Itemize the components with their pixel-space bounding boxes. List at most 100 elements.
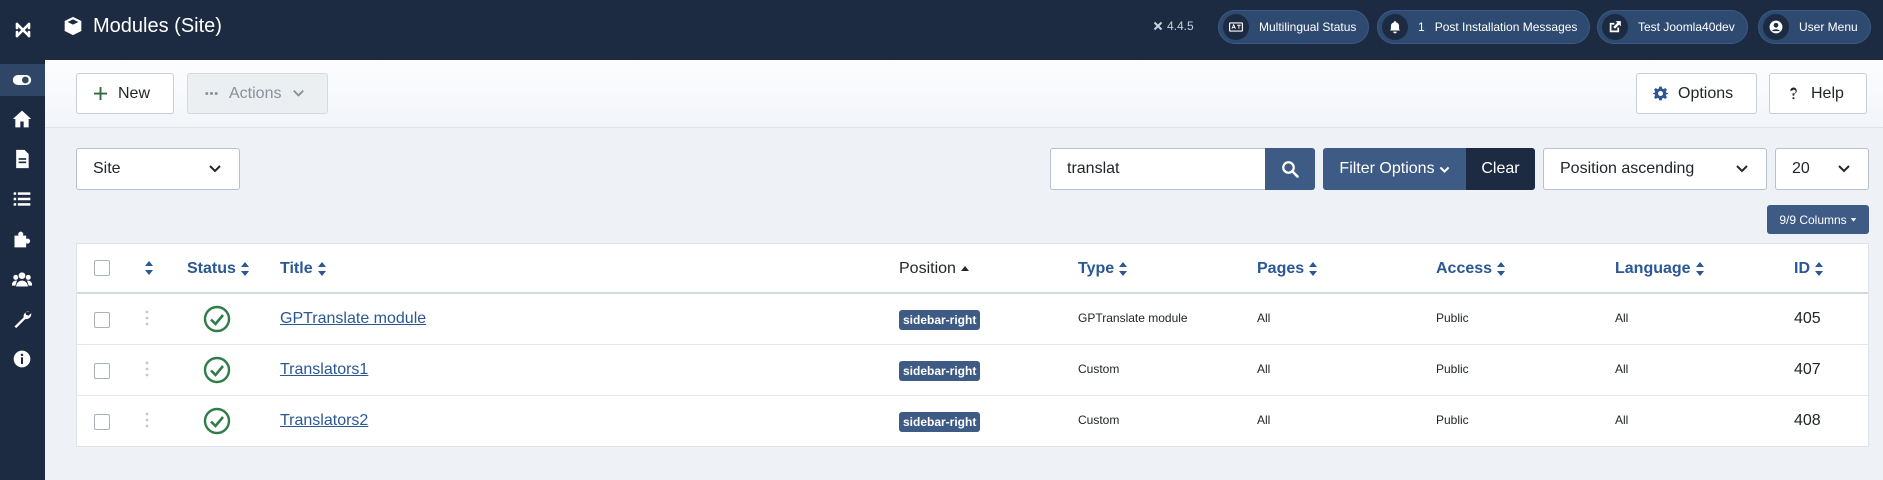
version-text: 4.4.5: [1167, 19, 1194, 33]
client-select[interactable]: Site: [76, 148, 240, 190]
title-header-label: Title: [280, 260, 313, 277]
status-header-label: Status: [187, 260, 236, 277]
components-icon[interactable]: [10, 227, 34, 251]
actions-button[interactable]: Actions: [187, 73, 328, 114]
columns-toggle-button[interactable]: 9/9 Columns: [1767, 205, 1869, 234]
multilingual-status-label: Multilingual Status: [1259, 20, 1357, 34]
pages-sort-header[interactable]: Pages: [1257, 260, 1318, 278]
status-sort-header[interactable]: Status: [187, 260, 250, 278]
options-label: Options: [1678, 84, 1734, 102]
row-checkbox[interactable]: [94, 363, 110, 379]
published-check-icon[interactable]: [203, 356, 231, 384]
question-icon: [1790, 87, 1797, 100]
post-installation-messages-button[interactable]: 1 Post Installation Messages: [1377, 10, 1591, 44]
position-sort-header[interactable]: Position: [899, 260, 970, 278]
ordering-select-value: Position ascending: [1560, 160, 1695, 177]
language-header-label: Language: [1615, 260, 1691, 277]
language-cell: All: [1615, 413, 1629, 427]
table-row: GPTranslate module sidebar-right GPTrans…: [77, 294, 1868, 345]
header: Modules (Site) 4.4.5 Multilingual Status…: [45, 0, 1883, 60]
multilingual-status-button[interactable]: Multilingual Status: [1218, 10, 1370, 44]
menus-icon[interactable]: [10, 187, 34, 211]
help-button[interactable]: Help: [1769, 73, 1867, 114]
sort-icon: [1119, 262, 1128, 276]
joomla-logo[interactable]: [0, 0, 45, 60]
limit-select[interactable]: 20: [1775, 148, 1869, 190]
module-title-link[interactable]: GPTranslate module: [280, 310, 426, 328]
ordering-select[interactable]: Position ascending: [1543, 148, 1767, 190]
system-icon[interactable]: [10, 307, 34, 331]
gear-icon: [1653, 86, 1668, 101]
type-header-label: Type: [1078, 260, 1115, 277]
options-button[interactable]: Options: [1636, 73, 1757, 114]
language-cell: All: [1615, 362, 1629, 376]
search-icon: [1282, 161, 1299, 178]
language-sort-header[interactable]: Language: [1615, 260, 1705, 278]
page-title: Modules (Site): [93, 14, 222, 37]
id-cell: 408: [1794, 412, 1821, 429]
drag-handle-icon[interactable]: [145, 310, 149, 326]
sort-icon: [1497, 262, 1506, 276]
ordering-sort-header[interactable]: [144, 260, 154, 276]
type-cell: Custom: [1078, 413, 1120, 427]
title-sort-header[interactable]: Title: [280, 260, 327, 278]
pages-cell: All: [1257, 311, 1271, 325]
users-icon[interactable]: [10, 267, 34, 291]
joomla-small-icon: [1153, 21, 1163, 31]
sort-icon: [1695, 262, 1704, 276]
test-site-button[interactable]: Test Joomla40dev: [1597, 10, 1748, 44]
filter-options-label: Filter Options: [1339, 160, 1435, 177]
type-sort-header[interactable]: Type: [1078, 260, 1128, 278]
limit-select-value: 20: [1792, 160, 1810, 177]
sort-icon: [240, 262, 249, 276]
chevron-down-icon: [1820, 149, 1868, 189]
table-row: Translators2 sidebar-right Custom All Pu…: [77, 396, 1868, 447]
row-checkbox[interactable]: [94, 414, 110, 430]
pages-header-label: Pages: [1257, 260, 1305, 277]
type-cell: Custom: [1078, 362, 1120, 376]
filter-options-button[interactable]: Filter Options: [1323, 148, 1466, 190]
caret-down-icon: [1850, 218, 1856, 222]
client-select-value: Site: [93, 160, 121, 177]
toggle-menu-icon[interactable]: [10, 68, 34, 92]
search-button[interactable]: [1265, 148, 1315, 190]
language-icon: [1223, 14, 1249, 40]
help-info-icon[interactable]: [10, 347, 34, 371]
drag-handle-icon[interactable]: [145, 361, 149, 377]
table-row: Translators1 sidebar-right Custom All Pu…: [77, 345, 1868, 396]
external-link-icon: [1602, 14, 1628, 40]
clear-button[interactable]: Clear: [1466, 148, 1535, 190]
post-installation-label: Post Installation Messages: [1434, 20, 1578, 34]
caret-down-icon: [1439, 166, 1449, 173]
id-cell: 407: [1794, 361, 1821, 378]
chevron-down-icon: [1718, 149, 1766, 189]
new-button[interactable]: New: [76, 73, 174, 114]
search-input[interactable]: [1050, 148, 1266, 190]
user-menu-button[interactable]: User Menu: [1758, 10, 1871, 44]
select-all-checkbox[interactable]: [94, 260, 110, 276]
published-check-icon[interactable]: [203, 305, 231, 333]
id-cell: 405: [1794, 310, 1821, 327]
sort-asc-icon: [960, 266, 969, 271]
home-icon[interactable]: [10, 107, 34, 131]
messages-count: 1: [1418, 20, 1425, 34]
new-label: New: [118, 84, 151, 102]
module-title-link[interactable]: Translators1: [280, 361, 368, 379]
joomla-version: 4.4.5: [1152, 19, 1194, 33]
id-header-label: ID: [1794, 260, 1810, 277]
drag-handle-icon[interactable]: [145, 412, 149, 428]
module-title-link[interactable]: Translators2: [280, 412, 368, 430]
user-menu-label: User Menu: [1799, 20, 1858, 34]
published-check-icon[interactable]: [203, 407, 231, 435]
ellipsis-icon: [205, 92, 218, 95]
cube-icon: [64, 16, 82, 36]
position-badge: sidebar-right: [899, 310, 981, 330]
id-sort-header[interactable]: ID: [1794, 260, 1824, 278]
modules-table: Status Title Position Type Pages Access …: [76, 243, 1869, 447]
access-sort-header[interactable]: Access: [1436, 260, 1506, 278]
row-checkbox[interactable]: [94, 312, 110, 328]
clear-label: Clear: [1481, 160, 1520, 177]
plus-icon: [93, 86, 108, 101]
content-icon[interactable]: [10, 147, 34, 171]
sort-icon: [1815, 262, 1823, 276]
